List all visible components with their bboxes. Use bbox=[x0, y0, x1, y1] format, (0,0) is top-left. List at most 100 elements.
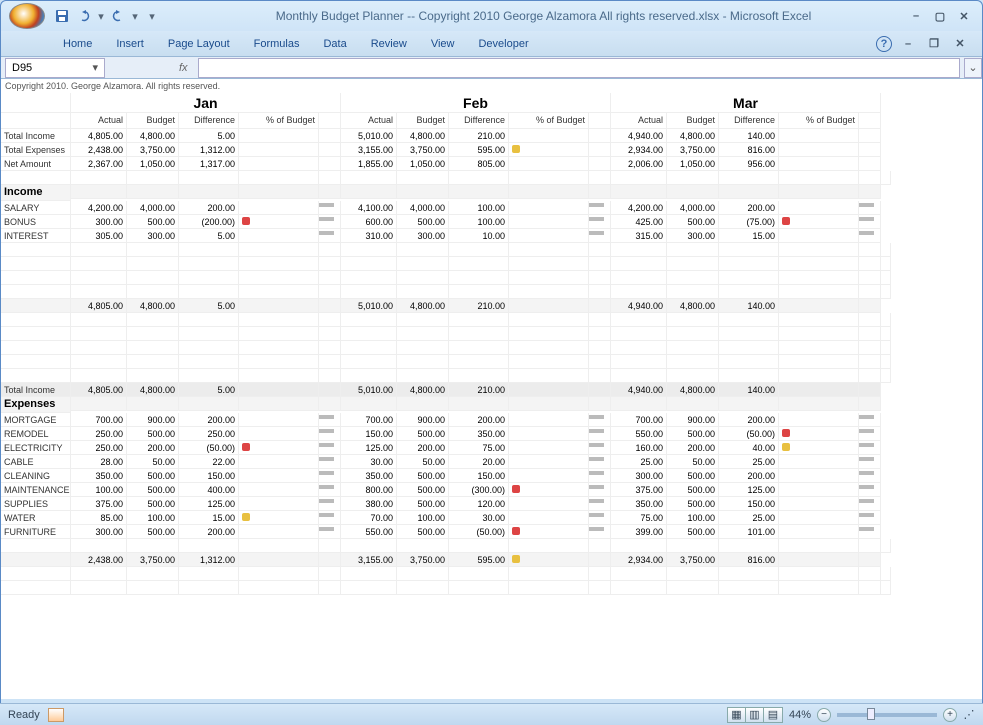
cell[interactable]: 4,000.00 bbox=[667, 201, 719, 215]
cell[interactable] bbox=[341, 185, 397, 199]
cell[interactable] bbox=[589, 427, 611, 441]
cell[interactable] bbox=[341, 243, 397, 257]
cell[interactable] bbox=[1, 581, 71, 595]
cell[interactable] bbox=[239, 271, 319, 285]
cell[interactable] bbox=[239, 285, 319, 299]
normal-view-icon[interactable]: ▦ bbox=[728, 708, 746, 722]
cell[interactable] bbox=[341, 581, 397, 595]
cell[interactable] bbox=[1, 341, 71, 355]
cell[interactable]: MAINTENANCE bbox=[1, 483, 71, 497]
cell[interactable] bbox=[239, 327, 319, 341]
cell[interactable] bbox=[667, 185, 719, 199]
cell[interactable]: 200.00 bbox=[397, 441, 449, 455]
cell[interactable] bbox=[319, 215, 341, 229]
cell[interactable] bbox=[881, 341, 891, 355]
cell[interactable]: 3,750.00 bbox=[127, 143, 179, 157]
cell[interactable] bbox=[239, 369, 319, 383]
cell[interactable]: Expenses bbox=[1, 397, 71, 413]
cell[interactable]: 150.00 bbox=[179, 469, 239, 483]
cell[interactable]: 200.00 bbox=[719, 413, 779, 427]
cell[interactable]: 4,000.00 bbox=[397, 201, 449, 215]
cell[interactable] bbox=[509, 441, 589, 455]
cell[interactable] bbox=[397, 285, 449, 299]
fx-icon[interactable]: fx bbox=[173, 62, 194, 74]
cell[interactable] bbox=[239, 299, 319, 313]
cell[interactable]: 300.00 bbox=[667, 229, 719, 243]
cell[interactable]: 210.00 bbox=[449, 129, 509, 143]
cell[interactable] bbox=[589, 313, 611, 327]
cell[interactable] bbox=[881, 553, 891, 567]
cell[interactable] bbox=[179, 327, 239, 341]
cell[interactable] bbox=[667, 243, 719, 257]
cell[interactable] bbox=[127, 327, 179, 341]
cell[interactable] bbox=[881, 93, 891, 107]
cell[interactable] bbox=[589, 413, 611, 427]
cell[interactable] bbox=[719, 185, 779, 199]
cell[interactable] bbox=[779, 383, 859, 397]
cell[interactable] bbox=[779, 355, 859, 369]
cell[interactable] bbox=[509, 243, 589, 257]
cell[interactable]: 150.00 bbox=[341, 427, 397, 441]
cell[interactable] bbox=[239, 397, 319, 411]
cell[interactable] bbox=[1, 171, 71, 185]
qat-customize-icon[interactable]: ▾ bbox=[143, 7, 161, 25]
cell[interactable]: 25.00 bbox=[719, 511, 779, 525]
cell[interactable] bbox=[397, 567, 449, 581]
cell[interactable]: 4,800.00 bbox=[397, 129, 449, 143]
cell[interactable] bbox=[341, 567, 397, 581]
cell[interactable]: 50.00 bbox=[127, 455, 179, 469]
cell[interactable] bbox=[1, 327, 71, 341]
cell[interactable]: 3,750.00 bbox=[397, 553, 449, 567]
cell[interactable] bbox=[859, 525, 881, 539]
cell[interactable] bbox=[319, 143, 341, 157]
cell[interactable] bbox=[589, 397, 611, 411]
cell[interactable]: 816.00 bbox=[719, 553, 779, 567]
cell[interactable] bbox=[341, 171, 397, 185]
cell[interactable]: 4,800.00 bbox=[667, 383, 719, 397]
cell[interactable] bbox=[589, 581, 611, 595]
cell[interactable] bbox=[589, 271, 611, 285]
cell[interactable] bbox=[239, 383, 319, 397]
cell[interactable] bbox=[509, 271, 589, 285]
cell[interactable]: 500.00 bbox=[127, 215, 179, 229]
cell[interactable] bbox=[449, 271, 509, 285]
cell[interactable]: (50.00) bbox=[449, 525, 509, 539]
cell[interactable] bbox=[881, 243, 891, 257]
cell[interactable]: 300.00 bbox=[127, 229, 179, 243]
cell[interactable] bbox=[779, 369, 859, 383]
maximize-button[interactable]: ▢ bbox=[930, 8, 950, 24]
cell[interactable] bbox=[71, 257, 127, 271]
cell[interactable] bbox=[779, 497, 859, 511]
cell[interactable]: 500.00 bbox=[397, 427, 449, 441]
cell[interactable] bbox=[71, 171, 127, 185]
cell[interactable] bbox=[449, 355, 509, 369]
cell[interactable] bbox=[589, 143, 611, 157]
cell[interactable]: 4,805.00 bbox=[71, 129, 127, 143]
cell[interactable]: Actual bbox=[341, 113, 397, 129]
cell[interactable] bbox=[667, 341, 719, 355]
cell[interactable] bbox=[509, 285, 589, 299]
cell[interactable] bbox=[509, 383, 589, 397]
cell[interactable] bbox=[71, 285, 127, 299]
cell[interactable] bbox=[449, 567, 509, 581]
cell[interactable] bbox=[509, 299, 589, 313]
cell[interactable] bbox=[779, 581, 859, 595]
cell[interactable]: 4,940.00 bbox=[611, 299, 667, 313]
cell[interactable] bbox=[779, 397, 859, 411]
cell[interactable]: 140.00 bbox=[719, 383, 779, 397]
cell[interactable]: Total Income bbox=[1, 129, 71, 143]
cell[interactable] bbox=[611, 539, 667, 553]
name-box[interactable]: D95 ▾ bbox=[5, 58, 105, 78]
cell[interactable] bbox=[719, 257, 779, 271]
cell[interactable]: 4,940.00 bbox=[611, 129, 667, 143]
cell[interactable] bbox=[611, 567, 667, 581]
cell[interactable]: 3,750.00 bbox=[667, 143, 719, 157]
cell[interactable]: 2,934.00 bbox=[611, 143, 667, 157]
cell[interactable] bbox=[239, 525, 319, 539]
cell[interactable] bbox=[881, 355, 891, 369]
cell[interactable] bbox=[859, 285, 881, 299]
cell[interactable]: 200.00 bbox=[179, 413, 239, 427]
cell[interactable]: 160.00 bbox=[611, 441, 667, 455]
cell[interactable] bbox=[859, 539, 881, 553]
cell[interactable] bbox=[397, 397, 449, 411]
